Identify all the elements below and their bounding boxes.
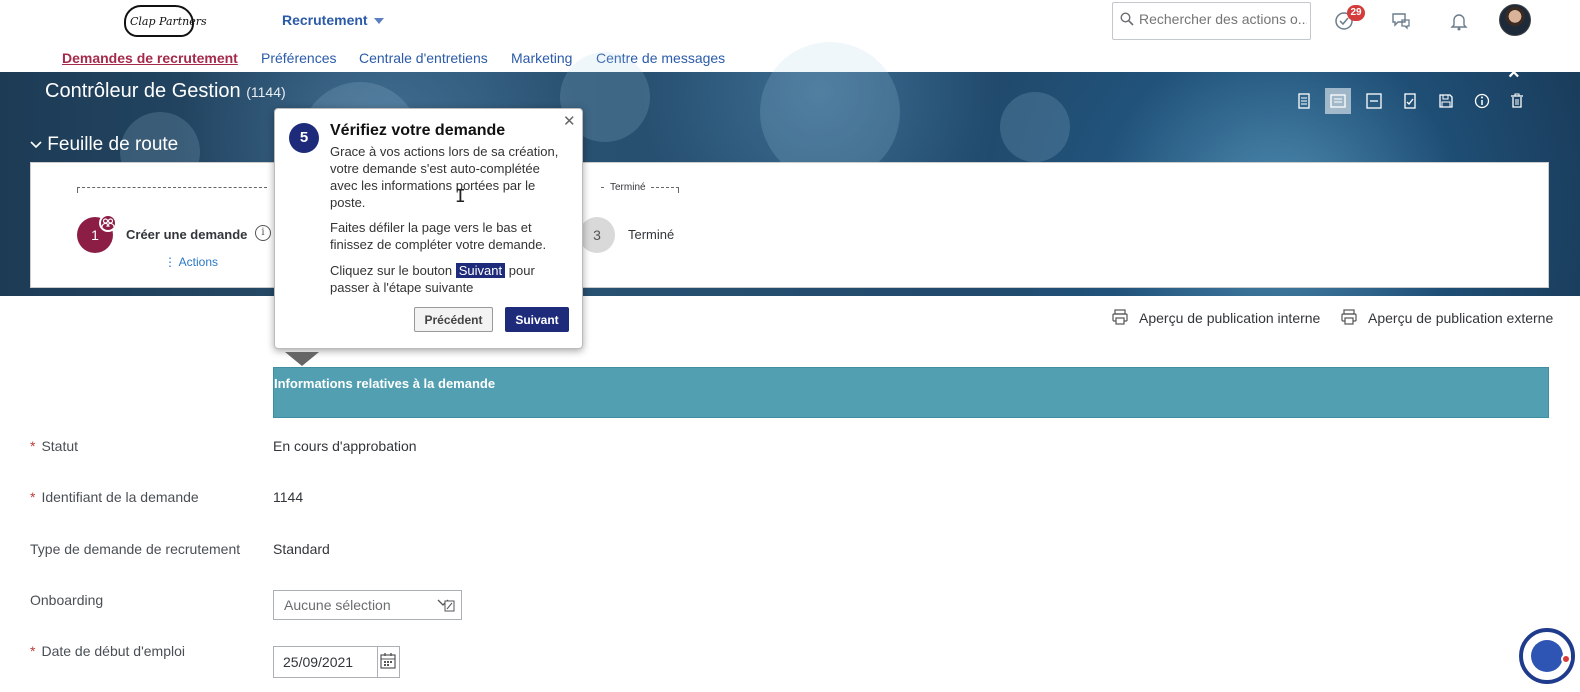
form-icon[interactable] xyxy=(1291,88,1317,114)
logo-text: Clap Partners xyxy=(130,15,207,28)
next-button[interactable]: Suivant xyxy=(505,307,569,332)
roadmap-dashline xyxy=(77,187,267,193)
field-label-identifiant: * Identifiant de la demande xyxy=(30,489,199,505)
nav-item-centrale-entretiens[interactable]: Centrale d'entretiens xyxy=(359,50,488,66)
info-icon[interactable]: i xyxy=(255,225,271,241)
roadmap-panel: Terminé 1 Créer une demande i ⋮ Actions … xyxy=(30,162,1549,288)
company-logo[interactable]: Clap Partners xyxy=(120,2,207,40)
assistant-launcher-button[interactable] xyxy=(1519,628,1575,684)
required-marker: * xyxy=(30,643,36,659)
field-label-date-debut: * Date de début d'emploi xyxy=(30,643,185,659)
date-input[interactable] xyxy=(283,654,373,670)
bell-icon[interactable] xyxy=(1448,10,1470,32)
guided-tour-popover: ✕ 5 Vérifiez votre demande Grace à vos a… xyxy=(274,108,583,349)
chevron-down-icon xyxy=(30,141,42,149)
text-cursor-icon: I xyxy=(455,186,466,207)
assistant-icon xyxy=(1531,640,1563,672)
field-label-statut: * Statut xyxy=(30,438,78,454)
list-icon[interactable] xyxy=(1325,88,1351,114)
nav-item-marketing[interactable]: Marketing xyxy=(511,50,572,66)
calendar-icon[interactable] xyxy=(377,647,399,677)
collapse-icon[interactable] xyxy=(1361,88,1387,114)
bokeh-decoration xyxy=(1000,92,1070,162)
tour-step-number: 5 xyxy=(289,123,319,153)
nav-item-demandes[interactable]: Demandes de recrutement xyxy=(62,50,238,66)
required-marker: * xyxy=(30,489,36,505)
shell-bar: Clap Partners Recrutement 29 xyxy=(0,0,1580,42)
tour-paragraph-1: Grace à vos actions lors de sa création,… xyxy=(330,144,559,210)
roadmap-title-text: Feuille de route xyxy=(47,134,179,155)
date-picker[interactable] xyxy=(273,646,400,678)
step-3-circle[interactable]: 3 xyxy=(579,217,615,253)
field-label-type: Type de demande de recrutement xyxy=(30,541,241,557)
statut-label: Statut xyxy=(41,438,79,454)
bokeh-decoration xyxy=(760,42,900,182)
module-label: Recrutement xyxy=(282,12,368,28)
request-id: (1144) xyxy=(246,84,286,100)
section-header: Informations relatives à la demande xyxy=(273,367,1549,418)
delete-icon[interactable] xyxy=(1504,88,1530,114)
field-value-statut: En cours d'approbation xyxy=(273,438,417,454)
step-1-name: Créer une demande xyxy=(126,227,248,242)
onboarding-value: Aucune sélection xyxy=(284,597,391,613)
people-icon xyxy=(99,214,117,232)
nav-item-preferences[interactable]: Préférences xyxy=(261,50,336,66)
module-switcher[interactable]: Recrutement xyxy=(282,12,384,28)
close-icon[interactable]: ✕ xyxy=(563,112,576,130)
section-title: Informations relatives à la demande xyxy=(274,376,496,391)
tour-paragraph-3: Cliquez sur le bouton Suivant pour passe… xyxy=(330,262,570,296)
previous-button[interactable]: Précédent xyxy=(414,307,493,332)
tour-paragraph-2: Faites défiler la page vers le bas et fi… xyxy=(330,220,547,252)
tour-paragraph-3-pre: Cliquez sur le bouton xyxy=(330,263,453,278)
required-marker: * xyxy=(30,438,36,454)
chevron-down-icon xyxy=(373,18,384,25)
roadmap-end-label: Terminé xyxy=(606,182,650,193)
field-value-identifiant: 1144 xyxy=(273,489,304,505)
search-box[interactable] xyxy=(1112,2,1311,40)
search-icon xyxy=(1120,12,1134,26)
popover-pointer xyxy=(285,352,319,366)
preview-internal-link[interactable]: Aperçu de publication interne xyxy=(1112,309,1321,326)
notification-count-badge: 29 xyxy=(1347,5,1365,21)
chat-icon[interactable] xyxy=(1390,10,1412,32)
page-title: Contrôleur de Gestion (1144) xyxy=(45,80,286,103)
info-icon[interactable] xyxy=(1469,88,1495,114)
printer-icon xyxy=(1112,309,1128,325)
field-value-type: Standard xyxy=(273,541,330,557)
printer-icon xyxy=(1341,309,1357,325)
checklist-icon[interactable] xyxy=(1397,88,1423,114)
more-vertical-icon: ⋮ xyxy=(164,255,179,269)
date-debut-label: Date de début d'emploi xyxy=(41,643,186,659)
page-title-text: Contrôleur de Gestion xyxy=(45,80,241,102)
tour-title: Vérifiez votre demande xyxy=(330,122,506,139)
assistant-alert-dot xyxy=(1561,654,1571,664)
roadmap-toggle[interactable]: Feuille de route xyxy=(30,134,178,156)
onboarding-select[interactable]: Aucune sélection xyxy=(273,590,462,620)
field-label-onboarding: Onboarding xyxy=(30,592,104,608)
identifiant-label: Identifiant de la demande xyxy=(41,489,199,505)
actions-label: Actions xyxy=(178,255,219,269)
preview-internal-label: Aperçu de publication interne xyxy=(1139,310,1321,326)
step-actions-link[interactable]: ⋮ Actions xyxy=(164,255,218,269)
close-icon[interactable]: × xyxy=(1508,62,1520,85)
tour-highlight-suivant: Suivant xyxy=(455,263,506,278)
step-3-name: Terminé xyxy=(628,227,675,242)
value-help-icon[interactable] xyxy=(437,597,455,613)
preview-external-link[interactable]: Aperçu de publication externe xyxy=(1341,309,1554,326)
save-icon[interactable] xyxy=(1433,88,1459,114)
user-avatar[interactable] xyxy=(1499,4,1531,36)
preview-external-label: Aperçu de publication externe xyxy=(1368,310,1554,326)
search-input[interactable] xyxy=(1139,11,1307,27)
